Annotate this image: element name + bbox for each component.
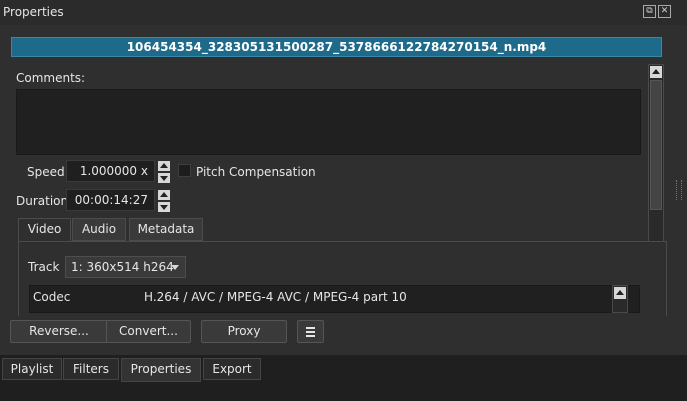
tab-filters[interactable]: Filters (63, 358, 119, 380)
convert-button[interactable]: Convert... (106, 320, 191, 343)
tab-audio[interactable]: Audio (72, 218, 126, 241)
track-select[interactable]: 1: 360x514 h264 (65, 256, 186, 278)
scroll-up-arrow-icon[interactable] (614, 287, 626, 299)
reverse-button[interactable]: Reverse... (10, 320, 108, 343)
hamburger-menu-icon (306, 327, 315, 329)
step-up-icon[interactable] (158, 190, 170, 200)
comments-label: Comments: (16, 71, 86, 85)
float-icon[interactable]: ⧉ (643, 5, 656, 18)
proxy-button[interactable]: Proxy (201, 320, 287, 343)
duration-spinbox[interactable]: 00:00:14:27 (66, 189, 155, 211)
comments-textarea[interactable] (16, 89, 641, 155)
codec-table: Codec H.264 / AVC / MPEG-4 AVC / MPEG-4 … (29, 285, 640, 313)
tab-video[interactable]: Video (18, 218, 71, 243)
tab-metadata[interactable]: Metadata (129, 218, 203, 241)
pitch-compensation-checkbox[interactable] (178, 164, 191, 177)
tab-playlist[interactable]: Playlist (2, 358, 62, 380)
tab-export[interactable]: Export (203, 358, 261, 380)
track-select-value: 1: 360x514 h264 (71, 260, 174, 274)
scroll-thumb[interactable] (650, 80, 662, 210)
tab-properties[interactable]: Properties (121, 358, 201, 382)
hamburger-menu-button[interactable] (297, 320, 324, 343)
step-down-icon[interactable] (158, 173, 170, 183)
speed-label: Speed (27, 165, 65, 179)
filename-header: 106454354_328305131500287_53786661227842… (11, 37, 662, 57)
codec-value: H.264 / AVC / MPEG-4 AVC / MPEG-4 part 1… (144, 290, 407, 304)
panel-title: Properties (3, 5, 64, 19)
scroll-up-arrow-icon[interactable] (650, 66, 662, 78)
codec-scrollbar[interactable] (612, 285, 628, 313)
duration-stepper[interactable] (158, 190, 172, 212)
pitch-compensation-label: Pitch Compensation (196, 165, 316, 179)
step-down-icon[interactable] (158, 202, 170, 212)
panel-title-bar: Properties ⧉ ✕ (0, 0, 687, 25)
hamburger-menu-icon (306, 331, 315, 333)
close-icon[interactable]: ✕ (658, 5, 671, 18)
codec-key: Codec (33, 290, 71, 304)
duration-label: Duration (16, 194, 69, 208)
step-up-icon[interactable] (158, 161, 170, 171)
splitter-handle[interactable] (676, 180, 682, 200)
speed-spinbox[interactable]: 1.000000 x (66, 160, 155, 182)
hamburger-menu-icon (306, 335, 315, 337)
track-label: Track (28, 260, 60, 274)
chevron-down-icon (171, 265, 179, 270)
speed-stepper[interactable] (158, 161, 172, 183)
